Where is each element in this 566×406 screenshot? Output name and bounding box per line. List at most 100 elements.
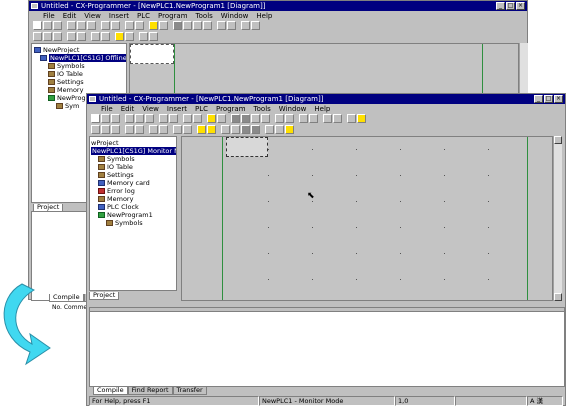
tree-item[interactable]: NewProgram1 <box>98 211 153 219</box>
output-splitter[interactable] <box>90 308 564 312</box>
grid-icon[interactable] <box>241 114 250 123</box>
menu-program[interactable]: Program <box>216 105 246 113</box>
replace-icon[interactable] <box>193 114 202 123</box>
front-ladder-canvas[interactable]: ⬉ <box>181 136 553 301</box>
close-button[interactable]: × <box>554 95 563 103</box>
view-icon[interactable] <box>231 114 240 123</box>
transfer-icon[interactable] <box>309 114 318 123</box>
transfer-edit-icon[interactable] <box>285 125 294 134</box>
undo-icon[interactable] <box>159 114 168 123</box>
menu-insert[interactable]: Insert <box>167 105 187 113</box>
tab-project[interactable]: Project <box>89 292 120 300</box>
paste-icon[interactable] <box>145 114 154 123</box>
window-icon[interactable] <box>193 21 202 30</box>
find-icon[interactable] <box>125 21 134 30</box>
minimize-button[interactable]: _ <box>534 95 543 103</box>
tree-item[interactable]: PLC Clock <box>98 203 139 211</box>
tree-item[interactable]: Symbols <box>98 155 135 163</box>
help-icon[interactable] <box>149 21 158 30</box>
online-edit-icon[interactable] <box>275 125 284 134</box>
window-icon[interactable] <box>251 114 260 123</box>
front-title-bar[interactable]: Untitled - CX-Programmer - [NewPLC1.NewP… <box>87 94 565 104</box>
menu-program[interactable]: Program <box>158 12 188 20</box>
cancel-force-icon[interactable] <box>265 125 274 134</box>
scroll-down-button[interactable] <box>554 293 562 301</box>
open-icon[interactable] <box>101 114 110 123</box>
compile-icon[interactable] <box>285 114 294 123</box>
delete-line-icon[interactable] <box>173 125 182 134</box>
contact-icon[interactable] <box>101 125 110 134</box>
menu-edit[interactable]: Edit <box>121 105 135 113</box>
maximize-button[interactable]: □ <box>544 95 553 103</box>
tree-item[interactable]: Memory <box>98 195 133 203</box>
set-icon[interactable] <box>125 32 134 41</box>
front-window[interactable]: Untitled - CX-Programmer - [NewPLC1.NewP… <box>86 93 566 406</box>
coil-icon[interactable] <box>67 32 76 41</box>
undo-icon[interactable] <box>101 21 110 30</box>
menu-tools[interactable]: Tools <box>196 12 213 20</box>
minimize-button[interactable]: _ <box>496 2 505 10</box>
select-icon[interactable] <box>91 125 100 134</box>
closed-contact-icon[interactable] <box>111 125 120 134</box>
find-icon[interactable] <box>183 114 192 123</box>
back-vertical-scrollbar[interactable] <box>519 43 528 95</box>
save-icon[interactable] <box>111 114 120 123</box>
tree-project[interactable]: wProject <box>91 139 119 147</box>
scroll-up-button[interactable] <box>554 136 562 144</box>
line-icon[interactable] <box>91 32 100 41</box>
force-icon[interactable] <box>139 32 148 41</box>
tree-item[interactable]: Memory card <box>98 179 150 187</box>
menu-view[interactable]: View <box>84 12 101 20</box>
menu-help[interactable]: Help <box>314 105 330 113</box>
menu-tools[interactable]: Tools <box>254 105 271 113</box>
monitor-icon[interactable] <box>197 125 206 134</box>
menu-window[interactable]: Window <box>279 105 307 113</box>
new-icon[interactable] <box>33 21 42 30</box>
menu-window[interactable]: Window <box>221 12 249 20</box>
copy-icon[interactable] <box>77 21 86 30</box>
output-icon[interactable] <box>203 21 212 30</box>
tree-project[interactable]: NewProject <box>34 46 79 54</box>
instruction-icon[interactable] <box>77 32 86 41</box>
paste-icon[interactable] <box>87 21 96 30</box>
context-help-icon[interactable] <box>217 114 226 123</box>
instruction-icon[interactable] <box>135 125 144 134</box>
cut-icon[interactable] <box>125 114 134 123</box>
vertical-line-icon[interactable] <box>159 125 168 134</box>
insert-rung-icon[interactable] <box>183 125 192 134</box>
tab-compile[interactable]: Compile <box>93 387 128 395</box>
front-vertical-scrollbar[interactable] <box>553 136 562 301</box>
compile-icon[interactable] <box>227 21 236 30</box>
tree-item[interactable]: Sym <box>56 102 79 110</box>
menu-insert[interactable]: Insert <box>109 12 129 20</box>
select-icon[interactable] <box>33 32 42 41</box>
tab-find-report[interactable]: Find Report <box>127 387 173 395</box>
tree-plc[interactable]: NewPLC1[CS1G] Monitor Mode <box>91 147 176 155</box>
menu-edit[interactable]: Edit <box>63 12 77 20</box>
download-icon[interactable] <box>333 114 342 123</box>
line-icon[interactable] <box>149 125 158 134</box>
online-icon[interactable] <box>299 114 308 123</box>
menu-view[interactable]: View <box>142 105 159 113</box>
front-project-tree[interactable]: wProject NewPLC1[CS1G] Monitor Mode Symb… <box>89 136 177 291</box>
force-off-icon[interactable] <box>251 125 260 134</box>
new-icon[interactable] <box>91 114 100 123</box>
tree-item[interactable]: Error log <box>98 187 135 195</box>
cancel-force-icon[interactable] <box>149 32 158 41</box>
back-title-bar[interactable]: Untitled - CX-Programmer - [NewPLC1.NewP… <box>29 1 527 11</box>
force-on-icon[interactable] <box>241 125 250 134</box>
tree-item[interactable]: IO Table <box>98 163 133 171</box>
zoom-icon[interactable] <box>217 21 226 30</box>
grid-icon[interactable] <box>183 21 192 30</box>
context-help-icon[interactable] <box>159 21 168 30</box>
vertical-line-icon[interactable] <box>101 32 110 41</box>
menu-plc[interactable]: PLC <box>195 105 208 113</box>
redo-icon[interactable] <box>111 21 120 30</box>
save-icon[interactable] <box>53 21 62 30</box>
help-icon[interactable] <box>207 114 216 123</box>
tree-item[interactable]: Settings <box>98 171 134 179</box>
plc-info-icon[interactable] <box>357 114 366 123</box>
menu-file[interactable]: File <box>101 105 113 113</box>
zoom-icon[interactable] <box>275 114 284 123</box>
menu-file[interactable]: File <box>43 12 55 20</box>
